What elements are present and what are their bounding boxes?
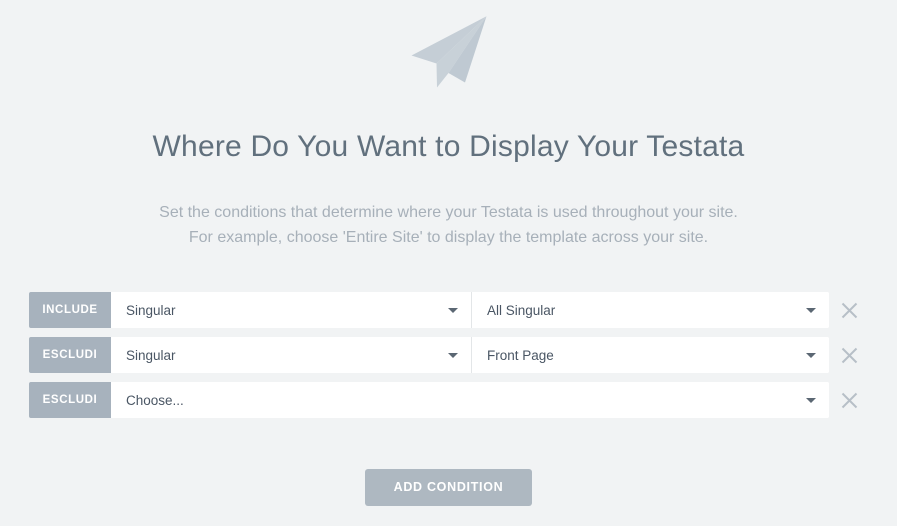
- add-condition-area: ADD CONDITION: [0, 469, 897, 506]
- paper-plane-icon: [0, 14, 897, 90]
- page-title: Where Do You Want to Display Your Testat…: [152, 130, 745, 163]
- condition-fields: Singular Front Page: [111, 337, 829, 373]
- chevron-down-icon: [806, 398, 816, 403]
- condition-row: ESCLUDI Singular Front Page: [29, 337, 869, 373]
- condition-type-label: ESCLUDI: [42, 349, 98, 361]
- condition-param-value: Choose...: [126, 392, 184, 408]
- condition-row: ESCLUDI Choose...: [29, 382, 869, 418]
- condition-value-value: All Singular: [487, 302, 556, 318]
- page-subtitle: Set the conditions that determine where …: [0, 200, 897, 250]
- condition-param-value: Singular: [126, 347, 176, 363]
- condition-type-label: INCLUDE: [42, 304, 98, 316]
- condition-fields: Singular All Singular: [111, 292, 829, 328]
- condition-value-select[interactable]: All Singular: [472, 292, 829, 328]
- add-condition-button[interactable]: ADD CONDITION: [364, 469, 533, 506]
- condition-value-select[interactable]: Front Page: [472, 337, 829, 373]
- page-subtitle-line-1: Set the conditions that determine where …: [159, 204, 738, 221]
- condition-type-chip[interactable]: ESCLUDI: [29, 337, 111, 373]
- chevron-down-icon: [806, 353, 816, 358]
- condition-param-value: Singular: [126, 302, 176, 318]
- condition-value-value: Front Page: [487, 347, 554, 363]
- remove-condition-button[interactable]: [829, 382, 869, 418]
- condition-param-select[interactable]: Singular: [111, 337, 472, 373]
- condition-row: INCLUDE Singular All Singular: [29, 292, 869, 328]
- condition-type-chip[interactable]: INCLUDE: [29, 292, 111, 328]
- condition-fields: Choose...: [111, 382, 829, 418]
- remove-condition-button[interactable]: [829, 337, 869, 373]
- page-subtitle-line-2: For example, choose 'Entire Site' to dis…: [188, 229, 709, 246]
- conditions-list: INCLUDE Singular All Singular ESCLUDI Si…: [29, 292, 869, 427]
- condition-param-select[interactable]: Singular: [111, 292, 472, 328]
- chevron-down-icon: [448, 308, 458, 313]
- chevron-down-icon: [806, 308, 816, 313]
- condition-type-label: ESCLUDI: [42, 394, 98, 406]
- remove-condition-button[interactable]: [829, 292, 869, 328]
- display-conditions-screen: Where Do You Want to Display Your Testat…: [0, 0, 897, 526]
- condition-type-chip[interactable]: ESCLUDI: [29, 382, 111, 418]
- condition-param-select[interactable]: Choose...: [111, 382, 829, 418]
- chevron-down-icon: [448, 353, 458, 358]
